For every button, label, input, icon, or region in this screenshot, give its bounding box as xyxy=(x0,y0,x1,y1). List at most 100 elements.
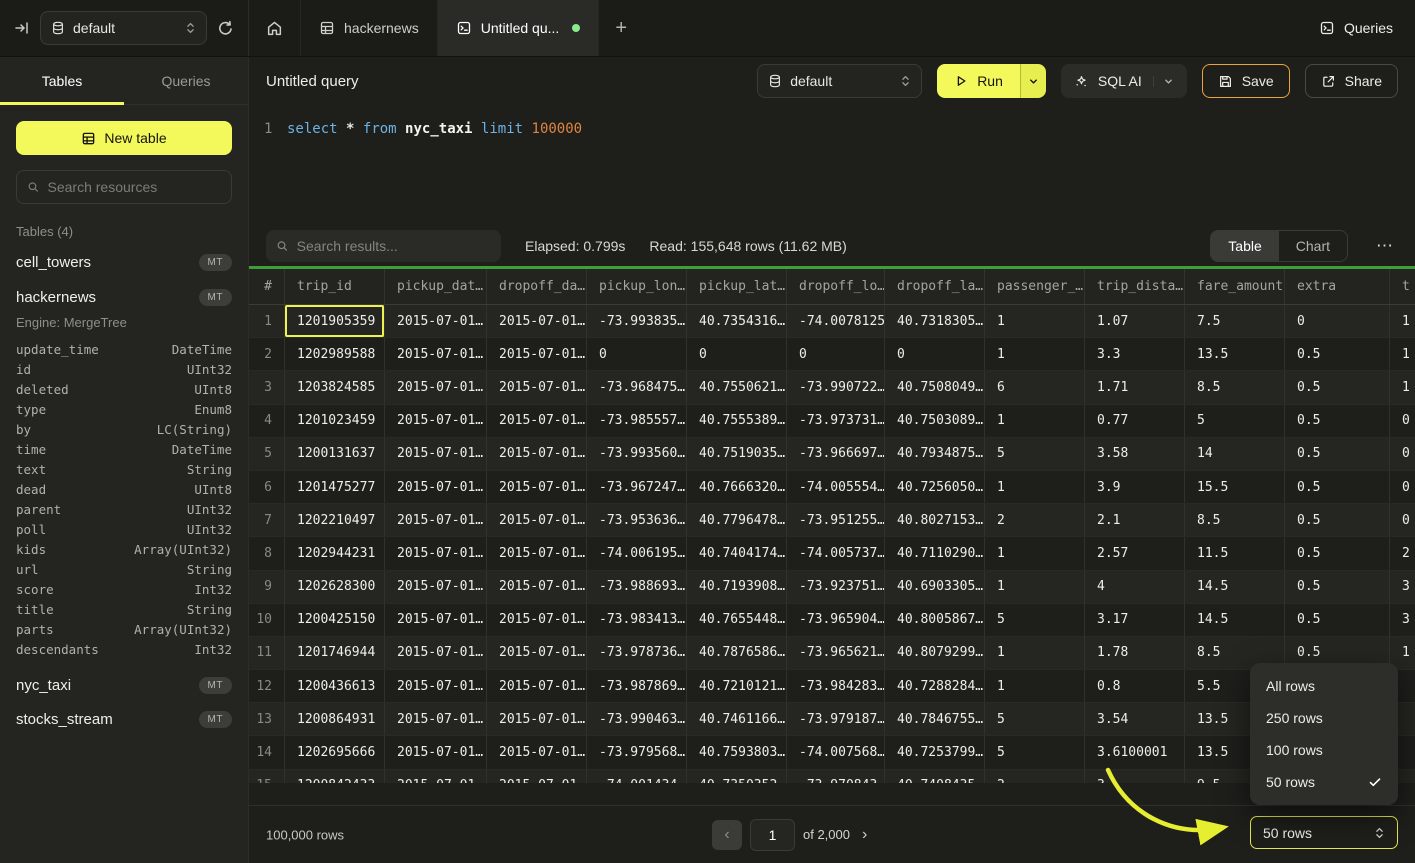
table-cell[interactable]: 40.7354316… xyxy=(687,305,787,337)
table-cell[interactable]: 3.54 xyxy=(1085,703,1185,735)
table-cell[interactable]: 14.5 xyxy=(1185,604,1285,636)
sql-ai-options-button[interactable] xyxy=(1153,76,1174,87)
column-header-pickup_lon[interactable]: pickup_lon… xyxy=(587,269,687,304)
table-cell[interactable]: 0.5 xyxy=(1285,537,1390,569)
table-cell[interactable]: 1 xyxy=(985,670,1085,702)
tab-home[interactable] xyxy=(249,0,301,56)
table-cell[interactable]: 1200864931 xyxy=(285,703,385,735)
column-header-trip_id[interactable]: trip_id xyxy=(285,269,385,304)
table-cell[interactable]: -73.965621… xyxy=(787,637,885,669)
table-cell[interactable]: 1200436613 xyxy=(285,670,385,702)
table-cell[interactable]: -73.973731… xyxy=(787,405,885,437)
table-cell[interactable]: -73.970843… xyxy=(787,770,885,783)
table-cell[interactable]: 40.7193908… xyxy=(687,571,787,603)
queries-button[interactable]: Queries xyxy=(1319,20,1393,36)
table-cell[interactable]: 1200131637 xyxy=(285,438,385,470)
table-cell[interactable]: 6 xyxy=(985,371,1085,403)
table-cell[interactable]: 0 xyxy=(1390,405,1415,437)
table-cell[interactable]: 14 xyxy=(1185,438,1285,470)
table-cell[interactable]: -73.983413… xyxy=(587,604,687,636)
table-cell[interactable]: 2015-07-01… xyxy=(487,736,587,768)
sql-editor[interactable]: 1 select * from nyc_taxi limit 100000 xyxy=(249,105,1415,225)
table-cell[interactable]: 14.5 xyxy=(1185,571,1285,603)
table-cell[interactable]: -73.990463… xyxy=(587,703,687,735)
sidebar-table-stocks-stream[interactable]: stocks_stream MT xyxy=(16,711,232,728)
table-cell[interactable]: -74.006195… xyxy=(587,537,687,569)
resource-search-input[interactable] xyxy=(48,179,221,195)
table-cell[interactable]: 40.7555389… xyxy=(687,405,787,437)
results-search-input[interactable] xyxy=(297,238,491,254)
table-cell[interactable]: 40.7350352… xyxy=(687,770,787,783)
rows-option-50-rows[interactable]: 50 rows xyxy=(1250,766,1398,798)
table-cell[interactable]: 8.5 xyxy=(1185,504,1285,536)
table-cell[interactable]: 0 xyxy=(1390,504,1415,536)
table-cell[interactable]: 2015-07-01… xyxy=(487,305,587,337)
table-cell[interactable]: 2015-07-01… xyxy=(487,504,587,536)
table-cell[interactable]: 2015-07-01… xyxy=(385,371,487,403)
table-cell[interactable]: 40.7256050… xyxy=(885,471,985,503)
query-database-selector[interactable]: default xyxy=(757,64,922,98)
table-cell[interactable]: 1.78 xyxy=(1085,637,1185,669)
table-cell[interactable]: 2015-07-01… xyxy=(487,703,587,735)
table-cell[interactable]: 2015-07-01… xyxy=(487,471,587,503)
table-cell[interactable]: 1201475277 xyxy=(285,471,385,503)
table-cell[interactable]: -74.005554… xyxy=(787,471,885,503)
table-cell[interactable]: 40.7934875… xyxy=(885,438,985,470)
rows-option-all-rows[interactable]: All rows xyxy=(1250,670,1398,702)
table-cell[interactable]: 2015-07-01… xyxy=(385,604,487,636)
next-page-button[interactable]: › xyxy=(858,826,871,844)
collapse-sidebar-button[interactable] xyxy=(14,20,30,36)
table-cell[interactable]: 2 xyxy=(1390,537,1415,569)
table-cell[interactable]: 0.8 xyxy=(1085,670,1185,702)
table-cell[interactable]: -73.993835… xyxy=(587,305,687,337)
table-cell[interactable]: -73.990722… xyxy=(787,371,885,403)
table-cell[interactable]: 2015-07-01… xyxy=(385,736,487,768)
column-header-pickup_lat[interactable]: pickup_lat… xyxy=(687,269,787,304)
table-cell[interactable]: 40.7519035… xyxy=(687,438,787,470)
table-cell[interactable]: 1.71 xyxy=(1085,371,1185,403)
table-cell[interactable]: 0.5 xyxy=(1285,504,1390,536)
table-cell[interactable]: 40.7404174… xyxy=(687,537,787,569)
table-cell[interactable]: 40.6903305… xyxy=(885,571,985,603)
table-cell[interactable]: 40.7593803… xyxy=(687,736,787,768)
table-cell[interactable]: 40.7876586… xyxy=(687,637,787,669)
table-cell[interactable]: -73.967247… xyxy=(587,471,687,503)
table-cell[interactable]: -74.007568… xyxy=(787,736,885,768)
table-cell[interactable]: 40.7288284… xyxy=(885,670,985,702)
table-cell[interactable]: 5 xyxy=(985,438,1085,470)
table-cell[interactable]: 40.7666320… xyxy=(687,471,787,503)
table-cell[interactable]: 1.07 xyxy=(1085,305,1185,337)
table-cell[interactable]: -73.968475… xyxy=(587,371,687,403)
column-header-t[interactable]: t xyxy=(1390,269,1415,304)
table-cell[interactable]: 1200842433 xyxy=(285,770,385,783)
table-cell[interactable]: 40.7508049… xyxy=(885,371,985,403)
table-cell[interactable]: -73.987869… xyxy=(587,670,687,702)
table-cell[interactable]: 2.57 xyxy=(1085,537,1185,569)
table-cell[interactable]: -73.984283… xyxy=(787,670,885,702)
table-cell[interactable]: -73.953636… xyxy=(587,504,687,536)
table-cell[interactable]: 3.3 xyxy=(1085,338,1185,370)
table-cell[interactable]: 2015-07-01… xyxy=(487,571,587,603)
table-cell[interactable]: 5 xyxy=(985,604,1085,636)
table-cell[interactable]: 2015-07-01… xyxy=(487,405,587,437)
table-cell[interactable]: 40.7796478… xyxy=(687,504,787,536)
table-cell[interactable]: 11.5 xyxy=(1185,537,1285,569)
table-cell[interactable]: -74.001434… xyxy=(587,770,687,783)
sidebar-tab-tables[interactable]: Tables xyxy=(0,57,124,104)
table-cell[interactable]: 0 xyxy=(1390,438,1415,470)
table-cell[interactable]: 40.8079299… xyxy=(885,637,985,669)
table-cell[interactable]: 40.7210121… xyxy=(687,670,787,702)
table-cell[interactable]: -73.965904… xyxy=(787,604,885,636)
run-button[interactable]: Run xyxy=(937,64,1020,98)
table-cell[interactable]: 1 xyxy=(985,405,1085,437)
table-cell[interactable]: 1 xyxy=(985,305,1085,337)
table-cell[interactable]: 1202210497 xyxy=(285,504,385,536)
table-cell[interactable]: 0.77 xyxy=(1085,405,1185,437)
save-button[interactable]: Save xyxy=(1202,64,1290,98)
table-cell[interactable]: 2015-07-01… xyxy=(487,338,587,370)
column-header-dropoff_da[interactable]: dropoff_da… xyxy=(487,269,587,304)
column-header-trip_dista[interactable]: trip_dista… xyxy=(1085,269,1185,304)
table-cell[interactable]: 1202989588 xyxy=(285,338,385,370)
table-cell[interactable]: 0 xyxy=(787,338,885,370)
database-selector[interactable]: default xyxy=(40,11,207,45)
